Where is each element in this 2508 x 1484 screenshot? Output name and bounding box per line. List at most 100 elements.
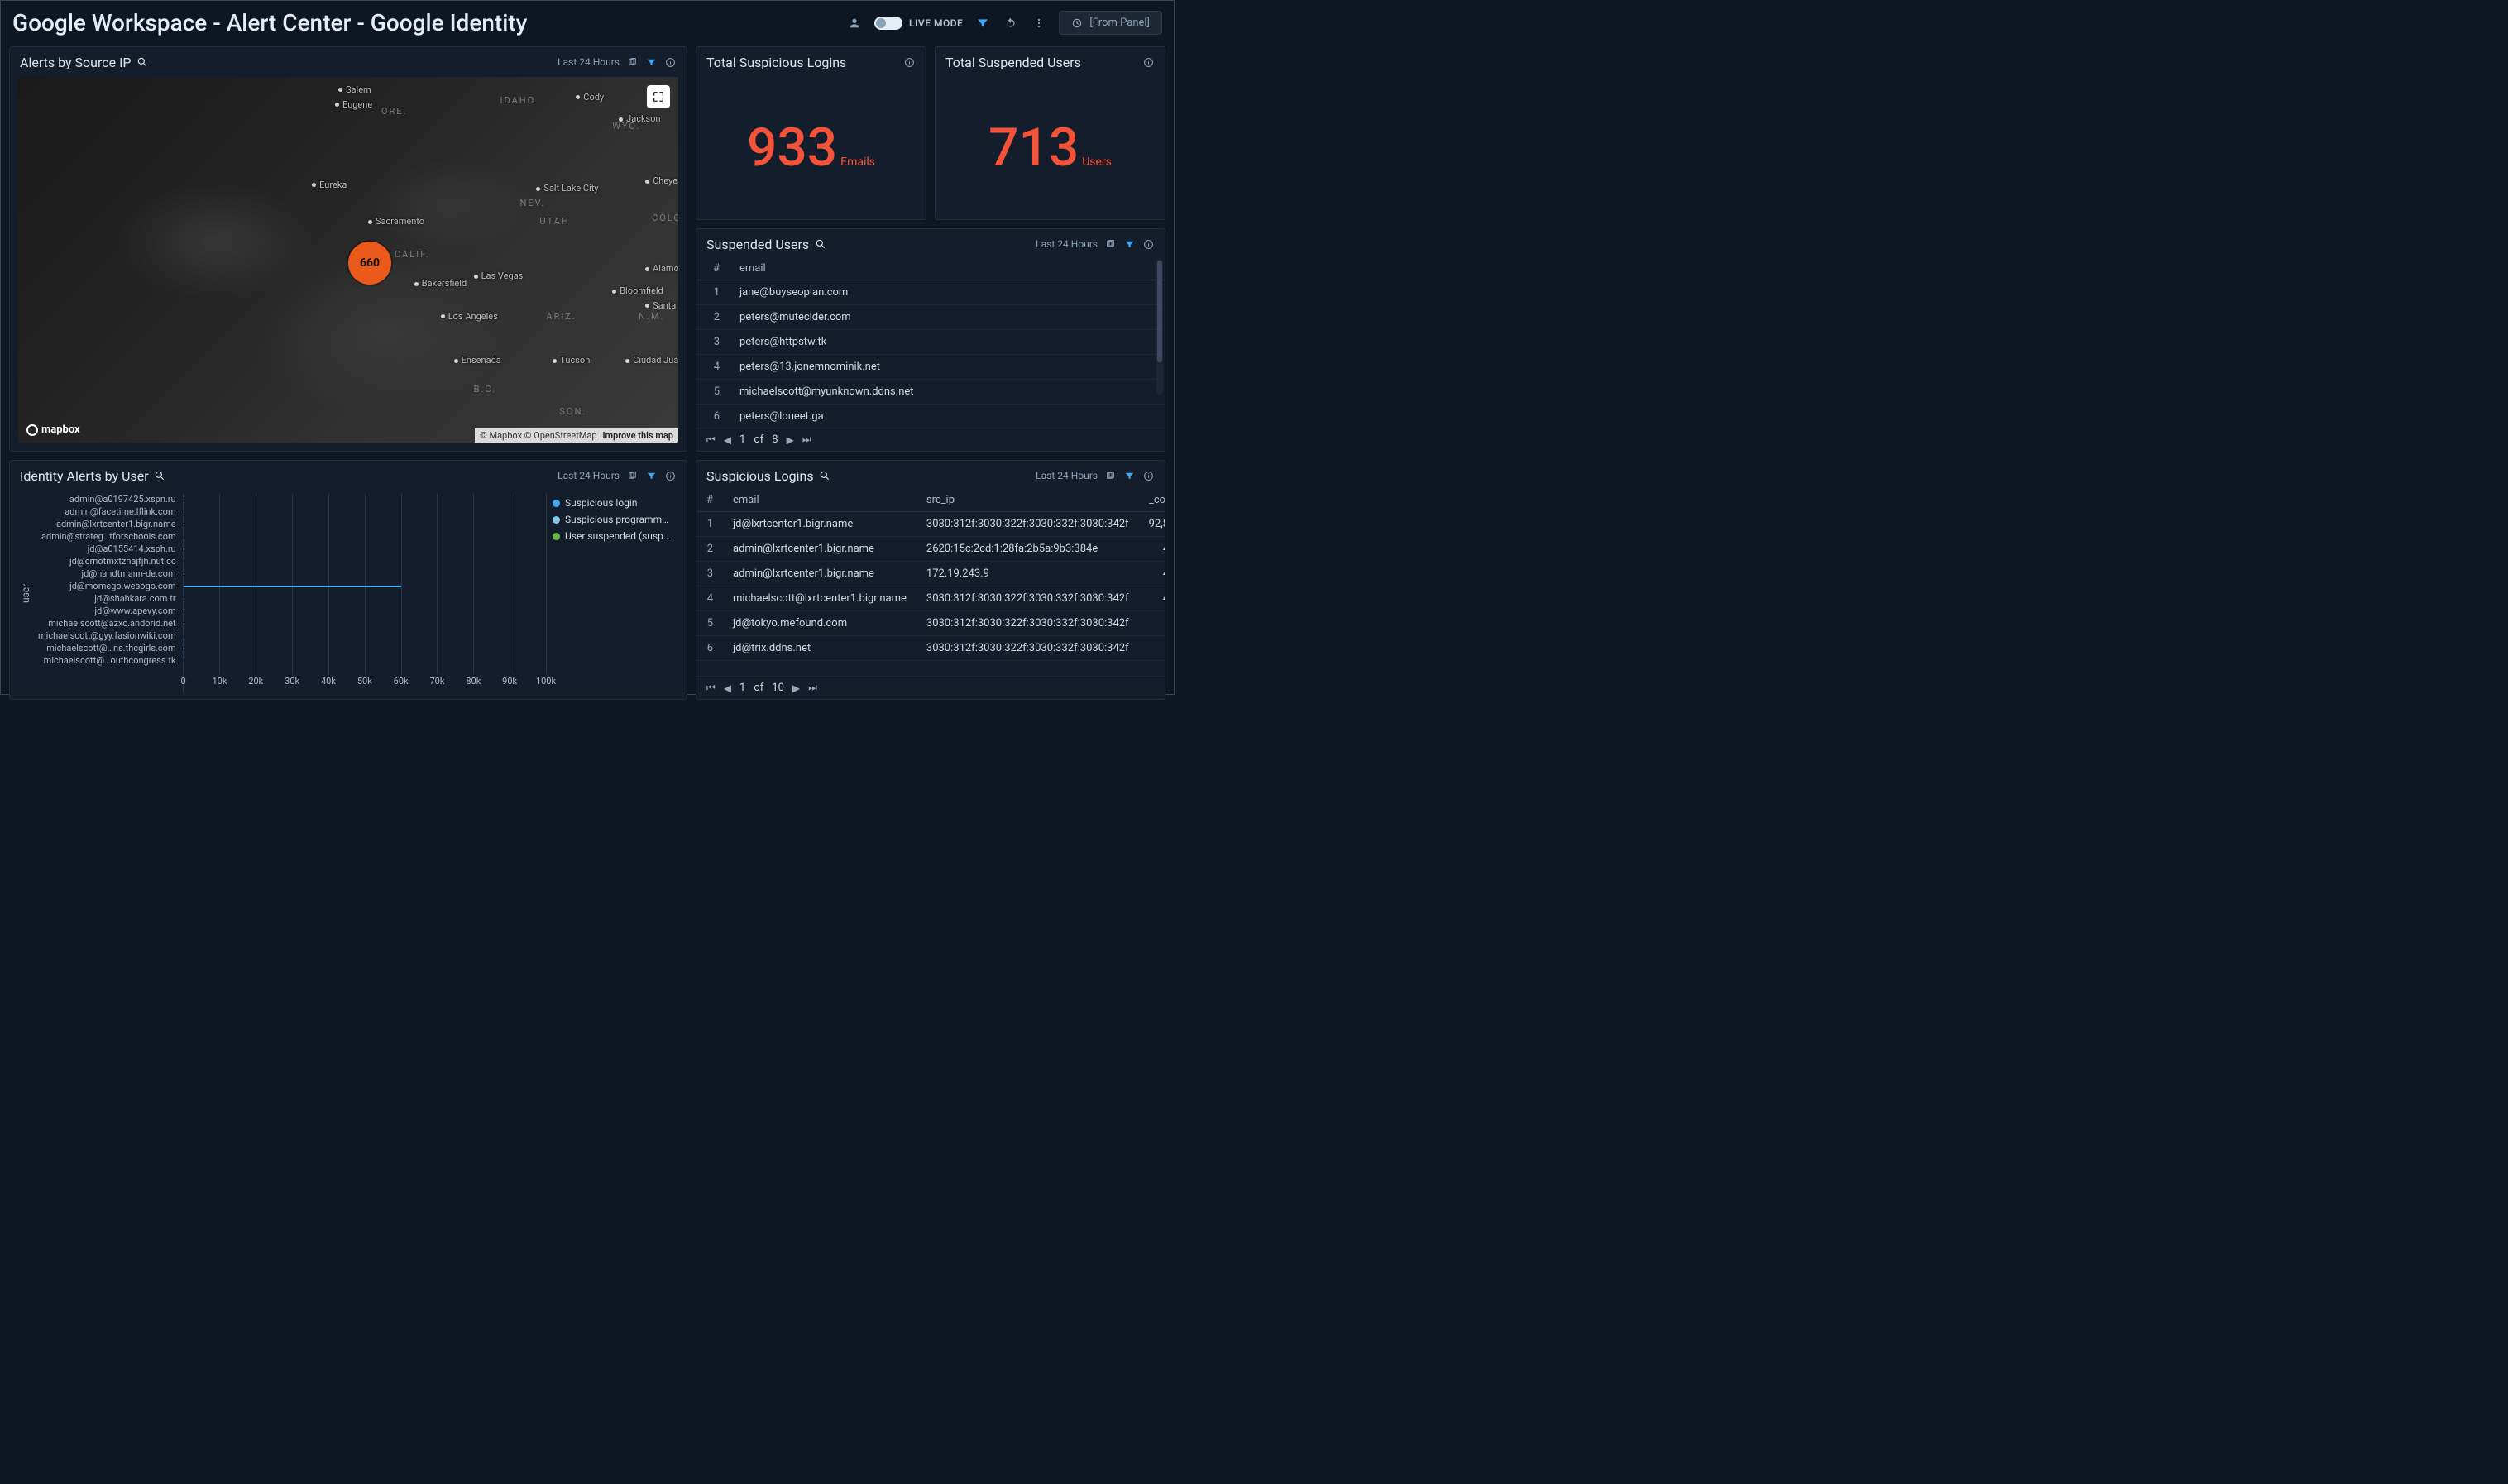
table-row[interactable]: 6jd@trix.ddns.net3030:312f:3030:322f:303…	[696, 636, 1165, 661]
table-row[interactable]: 6peters@loueet.ga	[696, 405, 1165, 428]
funnel-icon[interactable]	[974, 15, 991, 31]
live-mode-label: LIVE MODE	[909, 17, 963, 29]
map-state-label: IDAHO	[500, 95, 536, 106]
page-next-icon[interactable]: ▶	[787, 434, 794, 446]
table-row[interactable]: 5jd@tokyo.mefound.com3030:312f:3030:322f…	[696, 611, 1165, 636]
panel-title: Suspicious Logins	[706, 468, 814, 484]
expand-icon[interactable]	[647, 85, 670, 108]
funnel-icon[interactable]	[1123, 470, 1136, 482]
copy-icon[interactable]	[1104, 470, 1117, 482]
col-email[interactable]: email	[730, 257, 1165, 280]
time-range: Last 24 Hours	[558, 56, 620, 68]
funnel-icon[interactable]	[645, 56, 658, 69]
page-first-icon[interactable]: ⏮	[706, 682, 716, 694]
suspicious-logins-table: # email src_ip _count 1jd@lxrtcenter1.bi…	[696, 489, 1165, 661]
magnifier-icon[interactable]	[819, 470, 831, 482]
info-icon[interactable]	[1142, 238, 1155, 251]
legend-item[interactable]: Suspicious login	[553, 497, 677, 509]
table-row[interactable]: 2admin@lxrtcenter1.bigr.name2620:15c:2cd…	[696, 537, 1165, 562]
copy-icon[interactable]	[1104, 238, 1117, 251]
chart-plot-area[interactable]: 010k20k30k40k50k60k70k80k90k100k	[183, 494, 546, 692]
map-attribution: © Mapbox © OpenStreetMap Improve this ma…	[475, 428, 678, 443]
mapbox-logo: mapbox	[26, 424, 80, 436]
panel-title: Total Suspicious Logins	[706, 55, 846, 70]
table-row[interactable]: 4michaelscott@lxrtcenter1.bigr.name3030:…	[696, 586, 1165, 611]
col-count[interactable]: _count	[1139, 489, 1165, 512]
chart-bar[interactable]	[184, 586, 401, 587]
magnifier-icon[interactable]	[154, 470, 166, 482]
chart-legend: Suspicious login Suspicious programm… User…	[553, 494, 677, 692]
map-city-label: Tucson	[553, 355, 590, 366]
page-first-icon[interactable]: ⏮	[706, 433, 716, 446]
table-row[interactable]: 2peters@mutecider.com	[696, 305, 1165, 330]
paginator: ⏮ ◀ 1 of 8 ▶ ⏭	[696, 428, 1165, 451]
from-panel-button[interactable]: [From Panel]	[1059, 11, 1162, 35]
live-mode-toggle[interactable]	[874, 17, 902, 30]
chart-y-axis-label: user	[20, 494, 31, 692]
copy-icon[interactable]	[626, 56, 639, 69]
map-state-label: WYO.	[612, 121, 640, 132]
info-icon[interactable]	[664, 470, 677, 482]
info-icon[interactable]	[1142, 56, 1155, 69]
map-city-label: Sacramento	[368, 216, 424, 227]
page-next-icon[interactable]: ▶	[792, 682, 800, 694]
panel-title: Identity Alerts by User	[20, 468, 149, 484]
map-city-label: Ensenada	[454, 355, 501, 366]
map-state-label: B.C.	[474, 384, 497, 395]
page-prev-icon[interactable]: ◀	[724, 434, 731, 446]
from-panel-label: [From Panel]	[1089, 17, 1150, 29]
page-last-icon[interactable]: ⏭	[808, 682, 817, 694]
col-idx[interactable]: #	[696, 489, 723, 512]
table-row[interactable]: 1jane@buyseoplan.com	[696, 280, 1165, 305]
page-prev-icon[interactable]: ◀	[724, 682, 731, 694]
info-icon[interactable]	[903, 56, 916, 69]
panel-suspicious-logins: Suspicious Logins Last 24 Hours # email …	[696, 460, 1165, 700]
table-row[interactable]: 4peters@13.jonemnominik.net	[696, 355, 1165, 380]
improve-map-link[interactable]: Improve this map	[602, 430, 673, 441]
map-city-label: Salem	[338, 84, 371, 95]
refresh-icon[interactable]	[1003, 15, 1019, 31]
map-city-label: Las Vegas	[474, 270, 524, 281]
magnifier-icon[interactable]	[136, 56, 149, 69]
map-city-label: Los Angeles	[441, 311, 498, 322]
chart-x-axis: 010k20k30k40k50k60k70k80k90k100k	[184, 676, 546, 692]
scrollbar[interactable]	[1156, 259, 1163, 395]
magnifier-icon[interactable]	[814, 238, 826, 251]
info-icon[interactable]	[664, 56, 677, 69]
page-current: 1	[739, 433, 745, 446]
page-current: 1	[739, 682, 745, 694]
table-row[interactable]: 3peters@httpstw.tk	[696, 330, 1165, 355]
map-state-label: CALIF.	[395, 249, 430, 260]
col-src-ip[interactable]: src_ip	[917, 489, 1139, 512]
metric-unit: Users	[1082, 156, 1112, 169]
table-row[interactable]: 3admin@lxrtcenter1.bigr.name172.19.243.9…	[696, 562, 1165, 586]
map-state-label: UTAH	[539, 216, 569, 227]
copy-icon[interactable]	[626, 470, 639, 482]
user-icon[interactable]	[846, 15, 863, 31]
table-row[interactable]: 5michaelscott@myunknown.ddns.net	[696, 380, 1165, 405]
map-canvas[interactable]: SalemEugeneCodyIDAHOJacksonORE.WYO.Eurek…	[18, 77, 678, 443]
map-state-label: SON.	[559, 406, 586, 417]
map-state-label: ORE.	[381, 106, 408, 117]
map-city-label: Alamosa	[645, 263, 678, 274]
info-icon[interactable]	[1142, 470, 1155, 482]
map-cluster-marker[interactable]: 660	[348, 242, 391, 285]
page-last-icon[interactable]: ⏭	[802, 433, 811, 446]
col-idx[interactable]: #	[696, 257, 730, 280]
legend-item[interactable]: User suspended (susp…	[553, 530, 677, 542]
page-of-label: of	[754, 682, 763, 694]
panel-alerts-by-source-ip: Alerts by Source IP Last 24 Hours SalemE…	[9, 46, 687, 452]
metric-value: 933	[747, 117, 837, 179]
funnel-icon[interactable]	[645, 470, 658, 482]
legend-item[interactable]: Suspicious programm…	[553, 514, 677, 525]
map-state-label: N.M.	[639, 311, 664, 322]
map-city-label: Santa Fe	[645, 300, 678, 311]
map-city-label: Salt Lake City	[536, 183, 598, 194]
funnel-icon[interactable]	[1123, 238, 1136, 251]
table-row[interactable]: 1jd@lxrtcenter1.bigr.name3030:312f:3030:…	[696, 512, 1165, 537]
panel-total-suspicious-logins: Total Suspicious Logins 933 Emails	[696, 46, 926, 220]
paginator: ⏮ ◀ 1 of 10 ▶ ⏭	[696, 676, 1165, 699]
overflow-icon[interactable]	[1031, 15, 1047, 31]
col-email[interactable]: email	[723, 489, 917, 512]
panel-identity-alerts-by-user: Identity Alerts by User Last 24 Hours us…	[9, 460, 687, 700]
